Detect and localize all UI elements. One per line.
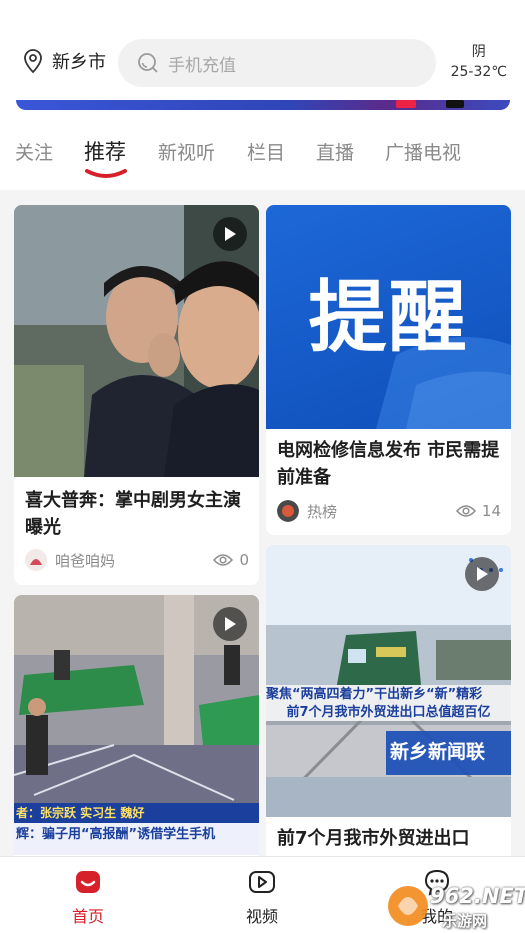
weather-condition: 阴 bbox=[471, 44, 486, 60]
card-title: 电网检修信息发布 市民需提前准备 bbox=[277, 440, 500, 488]
card-meta: 咱爸咱妈 0 bbox=[25, 549, 249, 571]
eye-icon bbox=[213, 554, 234, 566]
video-play-icon bbox=[213, 607, 247, 641]
thumbnail-logo: 新乡新闻联 bbox=[390, 741, 486, 763]
video-play-icon bbox=[213, 217, 247, 251]
video-icon bbox=[249, 871, 275, 893]
nav-video-label: 视频 bbox=[245, 907, 278, 926]
nav-video[interactable]: 视频 bbox=[222, 867, 302, 927]
channel-tabs: 关注 推荐 新视听 栏目 直播 广播电视 bbox=[0, 120, 525, 190]
view-count-value: 0 bbox=[239, 551, 249, 569]
top-bar: 新乡市 手机充值 阴 25-32℃ bbox=[0, 0, 525, 104]
author-name: 热榜 bbox=[307, 502, 338, 521]
thumbnail-caption-reporter: 者：张宗跃 实习生 魏好 bbox=[16, 806, 145, 820]
watermark-text-2: 乐游网 bbox=[442, 912, 488, 930]
location-selector[interactable]: 新乡市 bbox=[22, 48, 106, 74]
tab-follow[interactable]: 关注 bbox=[15, 138, 53, 165]
feed-card-2[interactable]: 提醒 电网检修信息发布 市民需提前准备 热榜 14 bbox=[266, 205, 511, 535]
card-title: 前7个月我市外贸进出口 bbox=[277, 828, 470, 849]
thumbnail-caption-headline: 辉：骗子用“高报酬”诱借学生手机 bbox=[16, 827, 216, 842]
view-count: 14 bbox=[455, 502, 501, 520]
card-title: 喜大普奔：掌中剧男女主演曝光 bbox=[25, 490, 241, 538]
search-placeholder: 手机充值 bbox=[168, 55, 236, 76]
author-name: 咱爸咱妈 bbox=[55, 551, 116, 570]
tab-programs[interactable]: 栏目 bbox=[247, 138, 285, 165]
banner-edge[interactable] bbox=[16, 100, 510, 110]
card-thumbnail: 者：张宗跃 实习生 魏好 辉：骗子用“高报酬”诱借学生手机 bbox=[14, 595, 259, 855]
weather-temperature: 25-32℃ bbox=[450, 64, 507, 80]
tab-live[interactable]: 直播 bbox=[316, 138, 354, 165]
thumbnail-text: 提醒 bbox=[308, 272, 469, 363]
search-input[interactable]: 手机充值 bbox=[118, 39, 436, 87]
search-icon bbox=[138, 53, 158, 73]
tab-radio-tv[interactable]: 广播电视 bbox=[385, 138, 461, 165]
active-tab-indicator bbox=[85, 169, 127, 178]
feed-card-3[interactable]: 者：张宗跃 实习生 魏好 辉：骗子用“高报酬”诱借学生手机 bbox=[14, 595, 259, 865]
feed-card-4[interactable]: 聚焦“两高四着力”干出新乡“新”精彩 前7个月我市外贸进出口总值超百亿 新乡新闻… bbox=[266, 545, 511, 865]
thumbnail-caption-2: 前7个月我市外贸进出口总值超百亿 bbox=[286, 705, 491, 720]
view-count: 0 bbox=[213, 551, 249, 569]
video-play-icon bbox=[465, 557, 499, 591]
location-label: 新乡市 bbox=[52, 52, 106, 73]
view-count-value: 14 bbox=[481, 502, 501, 520]
tab-recommend[interactable]: 推荐 bbox=[84, 136, 126, 166]
tab-new-audiovisual[interactable]: 新视听 bbox=[158, 138, 215, 165]
feed-card-1[interactable]: 喜大普奔：掌中剧男女主演曝光 咱爸咱妈 0 bbox=[14, 205, 259, 585]
weather-widget[interactable]: 阴 25-32℃ bbox=[451, 42, 507, 82]
card-thumbnail: 提醒 bbox=[266, 205, 511, 429]
location-pin-icon bbox=[24, 49, 42, 74]
watermark: 962.NET 乐游网 bbox=[384, 876, 525, 933]
card-meta: 热榜 14 bbox=[277, 500, 501, 522]
watermark-text-1: 962.NET bbox=[430, 884, 525, 908]
author-avatar bbox=[277, 500, 299, 522]
card-thumbnail bbox=[14, 205, 259, 477]
eye-icon bbox=[455, 505, 476, 517]
card-thumbnail: 聚焦“两高四着力”干出新乡“新”精彩 前7个月我市外贸进出口总值超百亿 新乡新闻… bbox=[266, 545, 511, 817]
nav-home[interactable]: 首页 bbox=[48, 867, 128, 927]
nav-home-label: 首页 bbox=[71, 907, 104, 926]
thumbnail-caption-1: 聚焦“两高四着力”干出新乡“新”精彩 bbox=[266, 687, 483, 702]
home-icon bbox=[76, 871, 100, 893]
author-avatar bbox=[25, 549, 47, 571]
